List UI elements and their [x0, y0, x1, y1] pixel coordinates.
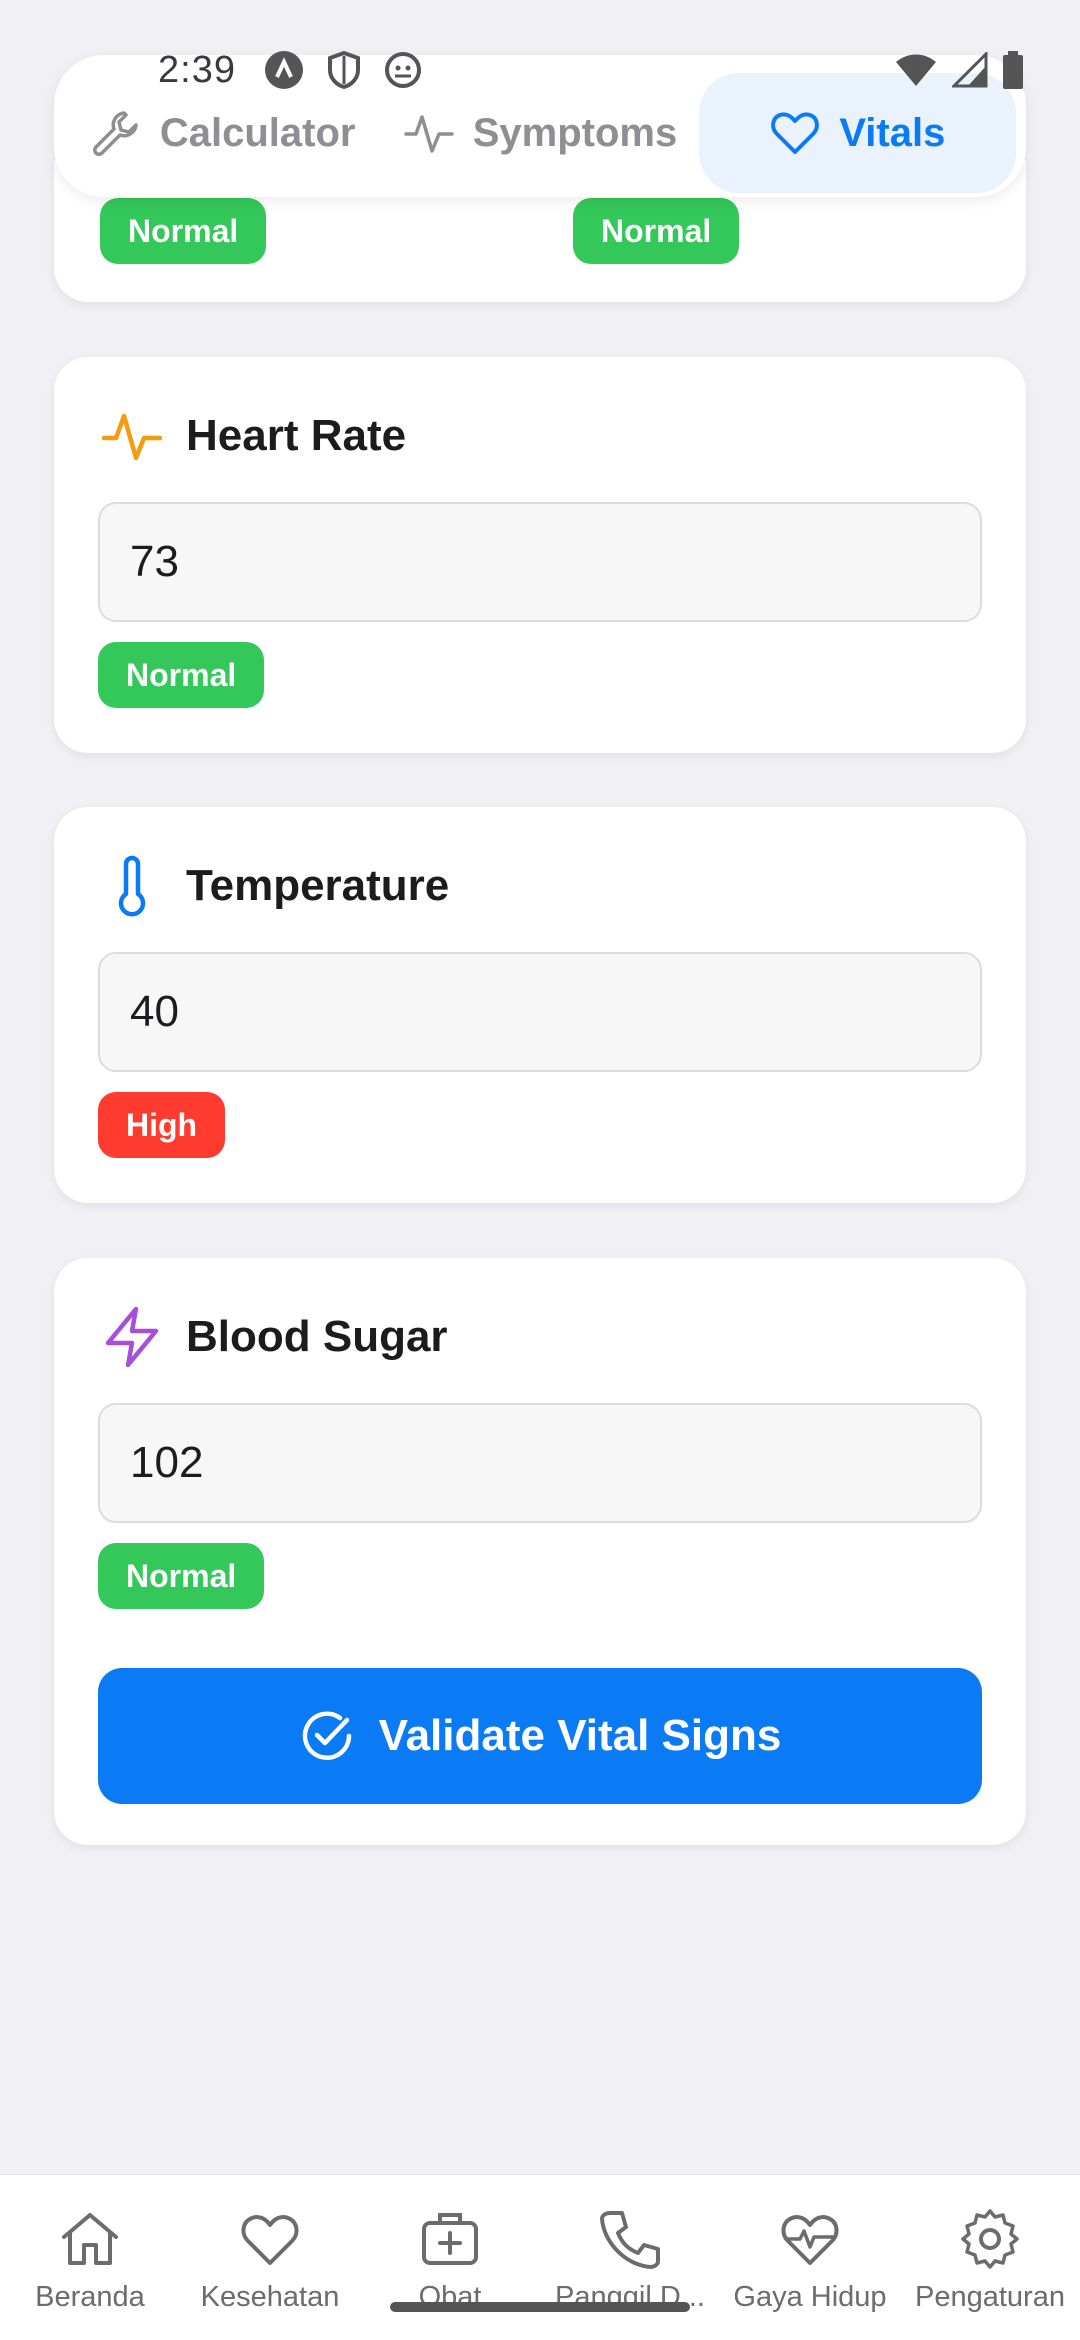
cellular-signal-icon: [952, 52, 988, 88]
nav-label: Beranda: [35, 2281, 145, 2313]
status-badge: Normal: [98, 1543, 265, 1609]
medical-kit-icon: [422, 2213, 478, 2265]
card-title: Blood Sugar: [186, 1312, 448, 1361]
nav-item-gaya-hidup[interactable]: Gaya Hidup: [720, 2175, 900, 2340]
battery-icon: [1002, 51, 1024, 89]
gear-icon: [961, 2209, 1019, 2269]
shield-icon: [326, 50, 362, 90]
phone-icon: [600, 2211, 660, 2269]
temperature-input[interactable]: 40: [98, 952, 982, 1072]
home-indicator[interactable]: [390, 2302, 690, 2312]
nav-label: Pengaturan: [915, 2281, 1065, 2313]
heart-pulse-icon: [781, 2214, 839, 2265]
nav-label: Gaya Hidup: [733, 2281, 887, 2313]
button-label: Validate Vital Signs: [378, 1711, 782, 1760]
nav-item-beranda[interactable]: Beranda: [0, 2175, 180, 2340]
pulse-icon: [101, 413, 163, 461]
status-badge: Normal: [573, 198, 740, 264]
card-title: Heart Rate: [186, 411, 407, 460]
heart-icon: [241, 2214, 299, 2265]
app-notification-icon: [264, 50, 304, 90]
blood-sugar-input[interactable]: 102: [98, 1403, 982, 1523]
status-badge: High: [98, 1092, 226, 1158]
heart-rate-input[interactable]: 73: [98, 502, 982, 622]
status-time: 2:39: [158, 48, 236, 91]
wifi-icon: [894, 52, 938, 88]
nav-item-kesehatan[interactable]: Kesehatan: [180, 2175, 360, 2340]
heart-rate-card: Heart Rate 73 Normal: [54, 357, 1026, 753]
nav-label: Kesehatan: [200, 2281, 340, 2313]
wrench-icon: [92, 111, 138, 156]
temperature-card: Temperature 40 High: [54, 807, 1026, 1203]
check-circle-icon: [302, 1711, 351, 1760]
blood-sugar-card: Blood Sugar 102 Normal Validate Vital Si…: [54, 1258, 1026, 1845]
heart-icon: [771, 112, 820, 154]
status-badge: Normal: [100, 198, 267, 264]
activity-icon: [403, 115, 454, 153]
status-bar: 2:39: [158, 44, 1024, 96]
tab-label: Vitals: [839, 110, 946, 155]
bug-icon: [384, 51, 422, 89]
lightning-icon: [105, 1306, 159, 1368]
tab-label: Calculator: [159, 110, 356, 155]
nav-item-obat[interactable]: Obat: [360, 2175, 540, 2340]
thermometer-icon: [118, 855, 146, 917]
card-title: Temperature: [186, 861, 450, 910]
home-icon: [62, 2213, 118, 2265]
status-badge: Normal: [98, 642, 265, 708]
nav-item-panggil-dokter[interactable]: Panggil D...: [540, 2175, 720, 2340]
nav-item-pengaturan[interactable]: Pengaturan: [900, 2175, 1080, 2340]
bottom-navigation: Beranda Kesehatan Obat Panggil D... Gaya…: [0, 2174, 1080, 2340]
tab-label: Symptoms: [472, 110, 678, 155]
vitals-screen: 2:39 Normal Normal Calculator Symptoms V…: [0, 0, 1080, 2340]
validate-vital-signs-button[interactable]: Validate Vital Signs: [98, 1668, 982, 1804]
